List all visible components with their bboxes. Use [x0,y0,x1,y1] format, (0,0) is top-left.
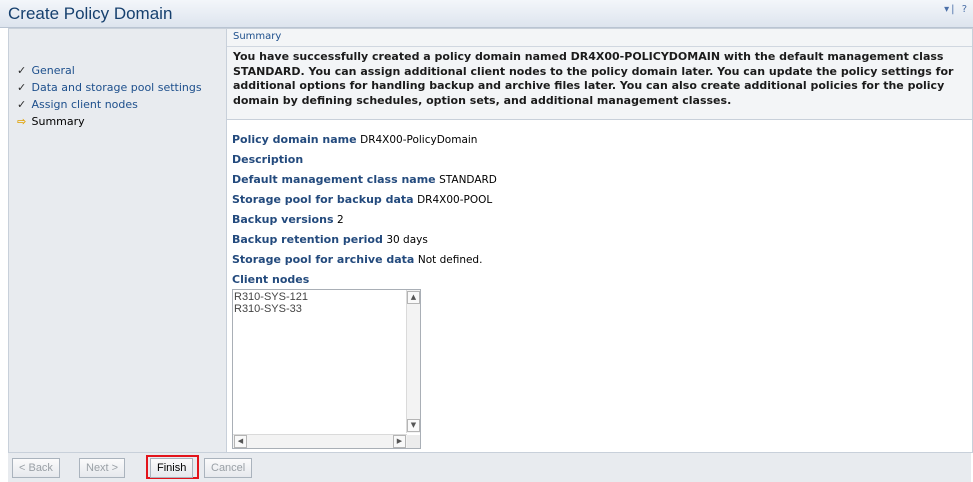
field-value: Not defined. [417,254,483,266]
wizard-frame: ✓ General ✓ Data and storage pool settin… [8,28,973,453]
checkmark-icon: ✓ [17,98,27,111]
field-backup-versions: Backup versions 2 [232,213,344,226]
horizontal-scrollbar[interactable]: ◀ ▶ [233,434,407,448]
step-data-storage[interactable]: ✓ Data and storage pool settings [17,79,202,96]
field-archive-pool: Storage pool for archive data Not define… [232,253,482,266]
checkmark-icon: ✓ [17,81,27,94]
summary-panel: Summary You have successfully created a … [227,29,972,452]
finish-button[interactable]: Finish [150,458,194,478]
window-controls[interactable]: ▾| ? [944,4,969,15]
scrollbar-corner [407,435,420,448]
success-message-text: You have successfully created a policy d… [233,50,954,107]
scroll-right-icon[interactable]: ▶ [393,435,406,448]
field-value: DR4X00-POOL [417,194,493,206]
step-general[interactable]: ✓ General [17,62,202,79]
field-value: 30 days [386,234,428,246]
arrow-right-icon: ⇨ [17,115,27,128]
field-label: Backup retention period [232,233,383,246]
next-button[interactable]: Next > [79,458,126,478]
field-backup-pool: Storage pool for backup data DR4X00-POOL [232,193,492,206]
cancel-button[interactable]: Cancel [204,458,253,478]
step-label: General [31,64,75,77]
scroll-left-icon[interactable]: ◀ [234,435,247,448]
client-nodes-items: R310-SYS-121 R310-SYS-33 [234,291,308,315]
list-item[interactable]: R310-SYS-33 [234,303,308,315]
field-value: 2 [337,214,344,226]
list-item[interactable]: R310-SYS-121 [234,291,308,303]
field-description: Description [232,153,303,166]
field-label: Default management class name [232,173,436,186]
breadcrumb: Summary [227,29,972,47]
back-button[interactable]: < Back [12,458,60,478]
field-label: Storage pool for archive data [232,253,415,266]
window-title: Create Policy Domain [8,4,173,23]
field-backup-retention: Backup retention period 30 days [232,233,428,246]
field-label: Description [232,153,304,166]
checkmark-icon: ✓ [17,64,27,77]
breadcrumb-label: Summary [233,31,282,42]
wizard-steps-panel: ✓ General ✓ Data and storage pool settin… [9,29,227,452]
step-label: Data and storage pool settings [31,81,202,94]
field-policy-domain-name: Policy domain name DR4X00-PolicyDomain [232,133,477,146]
scroll-down-icon[interactable]: ▼ [407,419,420,432]
step-label: Assign client nodes [31,98,138,111]
field-label: Backup versions [232,213,334,226]
step-summary: ⇨ Summary [17,113,202,130]
field-label: Client nodes [232,273,310,286]
vertical-scrollbar[interactable]: ▲ ▼ [406,290,420,433]
step-label: Summary [31,115,85,128]
client-nodes-label: Client nodes [232,273,309,286]
field-label: Policy domain name [232,133,357,146]
field-default-mgmt-class: Default management class name STANDARD [232,173,497,186]
field-value: STANDARD [439,174,497,186]
step-assign-nodes[interactable]: ✓ Assign client nodes [17,96,202,113]
title-bar: Create Policy Domain ▾| ? [0,0,973,28]
steps-list: ✓ General ✓ Data and storage pool settin… [17,62,202,130]
client-nodes-list[interactable]: R310-SYS-121 R310-SYS-33 ▲ ▼ ◀ ▶ [232,289,421,449]
success-message: You have successfully created a policy d… [227,47,972,120]
field-label: Storage pool for backup data [232,193,414,206]
wizard-footer: < Back Next > Finish Cancel [8,452,971,482]
field-value: DR4X00-PolicyDomain [360,134,478,146]
scroll-up-icon[interactable]: ▲ [407,291,420,304]
